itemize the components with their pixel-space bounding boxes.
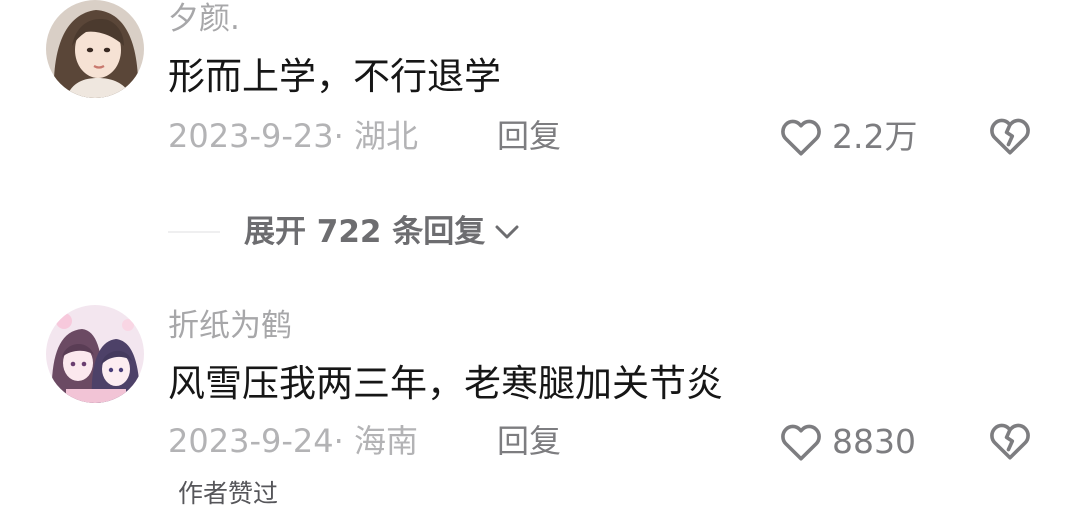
author-liked-badge: 作者赞过 (178, 479, 279, 508)
broken-heart-icon (990, 118, 1030, 155)
comment-text: 形而上学，不行退学 (168, 55, 501, 98)
comment-username[interactable]: 夕颜. (168, 4, 240, 35)
chevron-down-icon (495, 225, 519, 239)
dislike-button[interactable] (987, 114, 1033, 158)
comment-text: 风雪压我两三年，老寒腿加关节炎 (168, 362, 723, 405)
reply-button[interactable]: 回复 (497, 425, 561, 457)
like-count: 8830 (832, 421, 916, 461)
divider (168, 231, 220, 233)
reply-button[interactable]: 回复 (497, 120, 561, 152)
avatar[interactable] (46, 305, 144, 403)
like-count: 2.2万 (832, 116, 918, 156)
like-button[interactable]: 2.2万 (778, 114, 917, 158)
heart-outline-icon (781, 119, 821, 156)
expand-replies-label: 展开 722 条回复 (244, 213, 486, 250)
comment-date-location: 2023-9-24· 海南 (168, 422, 418, 460)
comment-username[interactable]: 折纸为鹤 (168, 311, 292, 342)
heart-outline-icon (781, 424, 821, 461)
comment-date-location: 2023-9-23· 湖北 (168, 117, 418, 155)
expand-replies-button[interactable]: 展开 722 条回复 (168, 212, 521, 252)
dislike-button[interactable] (987, 419, 1033, 463)
broken-heart-icon (990, 423, 1030, 460)
avatar[interactable] (46, 0, 144, 98)
like-button[interactable]: 8830 (778, 419, 916, 463)
